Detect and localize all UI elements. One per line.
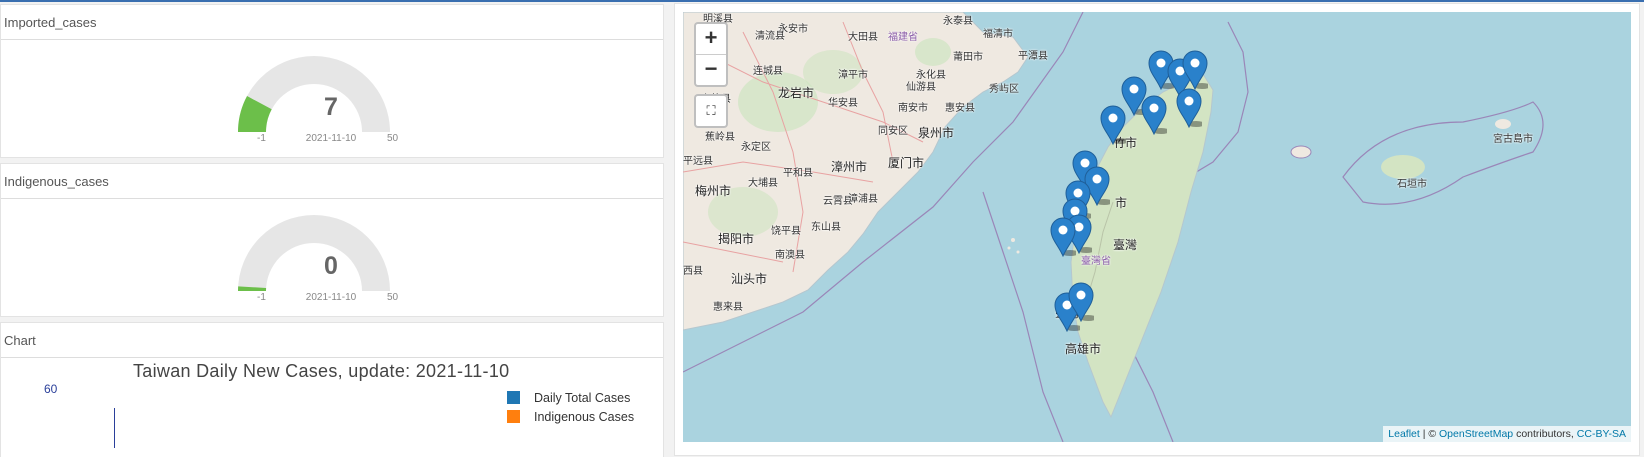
indigenous-cases-gauge: 0 2021-11-10 -1 50 bbox=[201, 204, 461, 316]
map-label: 连城县 bbox=[753, 66, 783, 77]
y-axis-line bbox=[114, 408, 115, 448]
map-label: 莆田市 bbox=[953, 52, 983, 63]
map-label: 惠安县 bbox=[945, 103, 975, 114]
legend-label: Indigenous Cases bbox=[534, 410, 635, 424]
osm-link[interactable]: OpenStreetMap bbox=[1439, 428, 1513, 440]
map-label: 揭阳市 bbox=[718, 232, 755, 246]
legend-label: Daily Total Cases bbox=[534, 391, 631, 405]
legend-swatch bbox=[507, 410, 520, 423]
attrib-text: contributors, bbox=[1513, 428, 1577, 440]
map-label: 市 bbox=[1115, 196, 1128, 210]
top-accent-line bbox=[0, 0, 1644, 2]
map-label: 厦门市 bbox=[888, 156, 925, 170]
map-label: 仙游县 bbox=[906, 82, 936, 93]
gauge-date: 2021-11-10 bbox=[305, 292, 357, 303]
map-panel: 明溪县 永安市 永泰县 清流县 福建省 大田县 福清市 莆田市 平潭县 连城县 … bbox=[674, 3, 1640, 456]
map-label: 漳平市 bbox=[838, 70, 868, 81]
map-marker[interactable] bbox=[1068, 282, 1097, 323]
map-label: 永定区 bbox=[741, 142, 771, 153]
map-label: 西县 bbox=[683, 266, 703, 277]
fullscreen-button[interactable]: ⛶ bbox=[694, 94, 728, 128]
map-label: 臺灣省 bbox=[1081, 256, 1111, 267]
imported-cases-panel: Imported_cases 7 2021-11-10 -1 50 bbox=[0, 4, 664, 158]
gauge-min: -1 bbox=[257, 133, 266, 144]
map-label: 高雄市 bbox=[1065, 342, 1102, 356]
map-label: 南安市 bbox=[898, 103, 928, 114]
map-attribution: Leaflet | © OpenStreetMap contributors, … bbox=[1383, 426, 1631, 442]
zoom-in-button[interactable]: + bbox=[696, 24, 726, 54]
map-label: 梅州市 bbox=[695, 184, 732, 198]
map-label: 石垣市 bbox=[1397, 179, 1427, 190]
map-label: 大埔县 bbox=[748, 178, 778, 189]
map-label: 华安县 bbox=[828, 98, 858, 109]
map-label: 泉州市 bbox=[918, 126, 955, 140]
gauge-date: 2021-11-10 bbox=[305, 133, 357, 144]
gauge-max: 50 bbox=[387, 292, 399, 303]
license-link[interactable]: CC-BY-SA bbox=[1577, 428, 1626, 440]
map-label: 饶平县 bbox=[771, 226, 801, 237]
map-label: 惠来县 bbox=[713, 302, 743, 313]
gauge-value: 7 bbox=[324, 93, 338, 121]
fullscreen-icon: ⛶ bbox=[706, 103, 716, 118]
panel-title: Indigenous_cases bbox=[1, 164, 663, 199]
map-label: 福清市 bbox=[983, 29, 1013, 40]
map-label: 龙岩市 bbox=[778, 86, 815, 100]
map-canvas[interactable]: 明溪县 永安市 永泰县 清流县 福建省 大田县 福清市 莆田市 平潭县 连城县 … bbox=[683, 12, 1631, 442]
zoom-control: + − bbox=[694, 22, 728, 87]
legend-item-indigenous[interactable]: Indigenous Cases bbox=[507, 410, 634, 424]
map-label: 蕉岭县 bbox=[705, 132, 735, 143]
attrib-sep: | © bbox=[1419, 428, 1440, 440]
panel-title: Chart bbox=[1, 323, 663, 358]
map-label: 平远县 bbox=[683, 156, 713, 167]
y-tick-label: 60 bbox=[44, 382, 58, 396]
map-label: 汕头市 bbox=[731, 272, 768, 286]
zoom-out-button[interactable]: − bbox=[696, 54, 726, 85]
map-label: 秀屿区 bbox=[989, 84, 1019, 95]
legend-item-total[interactable]: Daily Total Cases bbox=[507, 391, 630, 405]
map-marker[interactable] bbox=[1176, 88, 1205, 129]
map-label: 南澳县 bbox=[775, 250, 805, 261]
map-label: 平和县 bbox=[783, 168, 813, 179]
imported-cases-gauge: 7 2021-11-10 -1 50 bbox=[201, 45, 461, 157]
map-label: 宮古島市 bbox=[1493, 134, 1533, 145]
gauge-max: 50 bbox=[387, 133, 399, 144]
panel-title: Imported_cases bbox=[1, 5, 663, 40]
map-label: 大田县 bbox=[848, 32, 878, 43]
map-marker[interactable] bbox=[1141, 95, 1170, 136]
indigenous-cases-panel: Indigenous_cases 0 2021-11-10 -1 50 bbox=[0, 163, 664, 317]
map-label: 漳州市 bbox=[831, 160, 868, 174]
gauge-value: 0 bbox=[324, 252, 338, 280]
map-marker[interactable] bbox=[1100, 105, 1129, 146]
map-label: 平潭县 bbox=[1018, 51, 1048, 62]
map-label: 臺灣 bbox=[1113, 238, 1138, 252]
map-label: 同安区 bbox=[878, 126, 908, 137]
map-label: 永泰县 bbox=[943, 16, 973, 27]
map-label: 漳浦县 bbox=[848, 194, 878, 205]
legend-swatch bbox=[507, 391, 520, 404]
map-label: 福建省 bbox=[888, 32, 918, 43]
gauge-min: -1 bbox=[257, 292, 266, 303]
map-label: 东山县 bbox=[811, 222, 841, 233]
map-marker[interactable] bbox=[1182, 50, 1211, 91]
leaflet-link[interactable]: Leaflet bbox=[1388, 428, 1420, 440]
chart-panel: Chart Taiwan Daily New Cases, update: 20… bbox=[0, 322, 664, 457]
map-marker[interactable] bbox=[1050, 217, 1079, 258]
chart-title: Taiwan Daily New Cases, update: 2021-11-… bbox=[133, 361, 510, 381]
map-label: 清流县 bbox=[755, 31, 785, 42]
